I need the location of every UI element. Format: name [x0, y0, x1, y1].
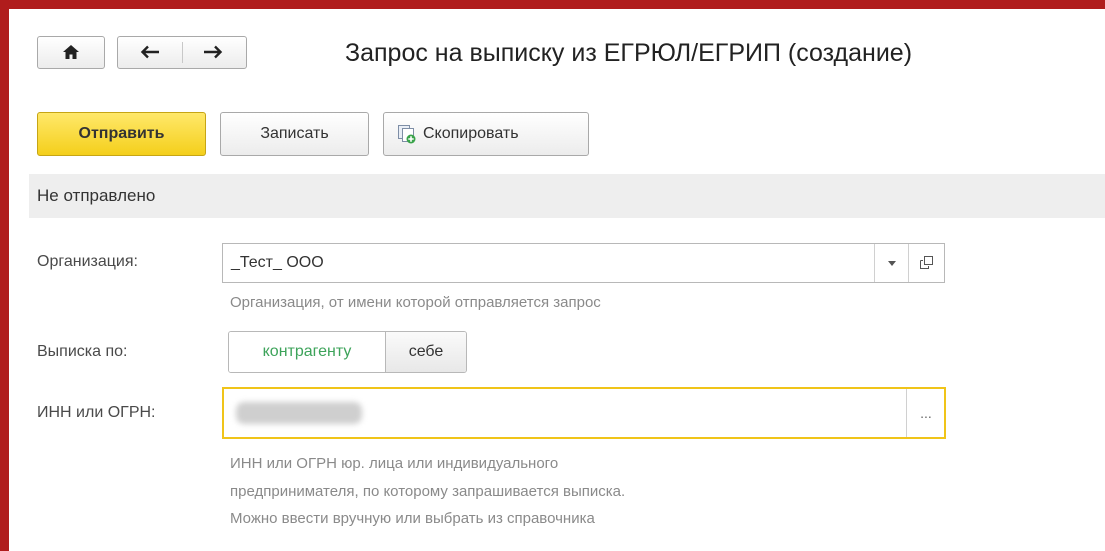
toggle-option-counterparty[interactable]: контрагенту	[229, 332, 386, 372]
inn-ogrn-hint-line-1: ИНН или ОГРН юр. лица или индивидуальног…	[230, 455, 559, 472]
organization-dropdown-button[interactable]	[874, 244, 909, 282]
toggle-option-self[interactable]: себе	[386, 332, 466, 372]
organization-field[interactable]: _Тест_ ООО	[222, 243, 945, 283]
page-title: Запрос на выписку из ЕГРЮЛ/ЕГРИП (создан…	[345, 39, 913, 67]
send-button[interactable]: Отправить	[37, 112, 206, 156]
history-navigation	[117, 36, 247, 69]
organization-open-button[interactable]	[908, 244, 945, 282]
save-button[interactable]: Записать	[220, 112, 369, 156]
inn-ogrn-hint-line-3: Можно ввести вручную или выбрать из спра…	[230, 510, 595, 527]
ellipsis-icon: ...	[920, 405, 932, 421]
redacted-value	[236, 402, 362, 424]
home-icon	[63, 45, 79, 59]
window-frame-top	[0, 0, 1105, 9]
status-text: Не отправлено	[37, 186, 156, 205]
extract-for-label: Выписка по:	[37, 343, 128, 360]
organization-hint: Организация, от имени которой отправляет…	[230, 294, 601, 311]
copy-document-icon	[398, 125, 416, 144]
inn-ogrn-hint-line-2: предпринимателя, по которому запрашивает…	[230, 483, 626, 500]
extract-for-toggle: контрагенту себе	[228, 331, 467, 373]
copy-button-label: Скопировать	[423, 125, 519, 142]
inn-ogrn-field[interactable]: ...	[222, 387, 946, 439]
window-frame-left	[0, 0, 9, 551]
home-button[interactable]	[37, 36, 105, 69]
inn-ogrn-select-button[interactable]: ...	[906, 389, 945, 437]
chevron-down-icon	[888, 261, 896, 266]
inn-ogrn-label: ИНН или ОГРН:	[37, 404, 156, 421]
status-bar: Не отправлено	[29, 174, 1105, 218]
open-form-icon	[920, 256, 933, 269]
copy-button[interactable]: Скопировать	[383, 112, 589, 156]
organization-label: Организация:	[37, 253, 138, 270]
arrow-right-icon	[204, 45, 223, 59]
arrow-left-icon	[140, 45, 159, 59]
forward-button[interactable]	[183, 37, 246, 68]
organization-value: _Тест_ ООО	[231, 254, 324, 271]
back-button[interactable]	[118, 37, 182, 68]
